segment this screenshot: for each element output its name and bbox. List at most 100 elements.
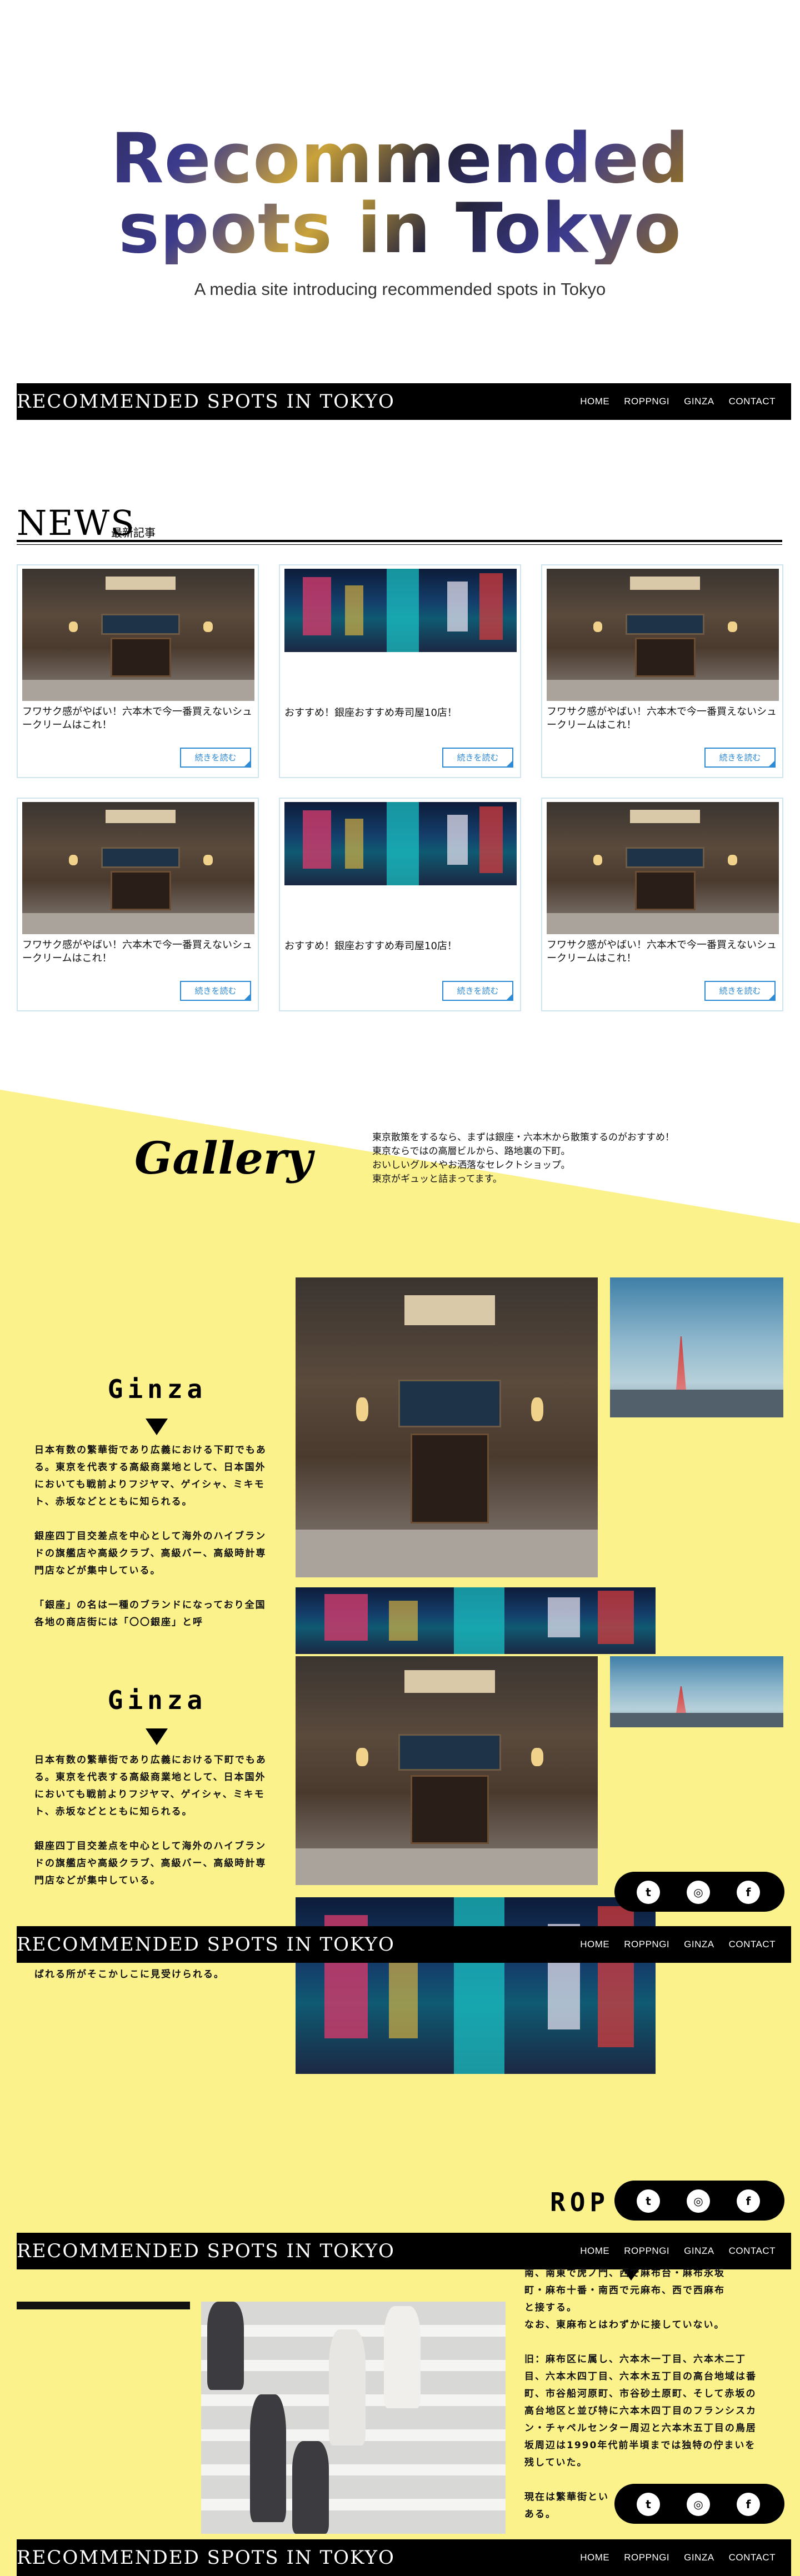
site-header: RECOMMENDED SPOTS IN TOKYO HOME ROPPNGI …: [17, 383, 791, 420]
ginza-text-end: ばれる所がそこかしこに見受けられる。: [34, 1969, 224, 1980]
news-card[interactable]: フワサク感がやばい！六本木で今一番買えないシュークリームはこれ！ 続きを読む: [17, 564, 259, 778]
nav-contact[interactable]: CONTACT: [729, 2552, 776, 2563]
news-card[interactable]: フワサク感がやばい！六本木で今一番買えないシュークリームはこれ！ 続きを読む: [541, 798, 783, 1011]
news-subtitle: 最新記事: [111, 526, 156, 539]
main-nav: HOME ROPPNGI GINZA CONTACT: [580, 383, 776, 420]
nav-home[interactable]: HOME: [580, 2246, 609, 2257]
sticky-header: RECOMMENDED SPOTS IN TOKYO HOME ROPPNGI …: [17, 2539, 791, 2576]
twitter-icon[interactable]: t: [637, 2493, 660, 2516]
twitter-icon[interactable]: t: [637, 1881, 660, 1904]
news-card-title[interactable]: フワサク感がやばい！六本木で今一番買えないシュークリームはこれ！: [547, 705, 780, 732]
news-card-title[interactable]: おすすめ！銀座おすすめ寿司屋10店！: [284, 940, 518, 953]
nav-roppongi[interactable]: ROPPNGI: [624, 1939, 669, 1950]
read-more-button[interactable]: 続きを読む: [442, 981, 513, 1001]
roppongi-paragraph: 旧：麻布区に属し、六本木一丁目、六本木二丁目、六本木四丁目、六本木五丁目の高台地…: [524, 2354, 757, 2468]
nav-contact[interactable]: CONTACT: [729, 396, 776, 407]
ginza-paragraph: 「銀座」の名は一種のブランドになっており全国各地の商店街には「〇〇銀座」と呼: [34, 1600, 266, 1628]
shop-photo: [22, 802, 254, 934]
facebook-icon[interactable]: f: [737, 2493, 760, 2516]
facebook-icon[interactable]: f: [737, 2189, 760, 2213]
news-card[interactable]: フワサク感がやばい！六本木で今一番買えないシュークリームはこれ！ 続きを読む: [17, 798, 259, 1011]
main-nav: HOME ROPPNGI GINZA CONTACT: [580, 1926, 776, 1963]
news-card-title[interactable]: フワサク感がやばい！六本木で今一番買えないシュークリームはこれ！: [22, 939, 256, 965]
nav-ginza[interactable]: GINZA: [684, 2552, 714, 2563]
hero-title-line2: spots in Tokyo: [0, 193, 800, 264]
sticky-header: RECOMMENDED SPOTS IN TOKYO HOME ROPPNGI …: [17, 1926, 791, 1963]
gallery-title: Gallery: [134, 1132, 313, 1184]
ginza-shop-photo: [296, 1656, 598, 1885]
news-card[interactable]: フワサク感がやばい！六本木で今一番買えないシュークリームはこれ！ 続きを読む: [541, 564, 783, 778]
social-links: t ◎ f: [614, 2484, 784, 2524]
neon-street-photo: [284, 802, 517, 885]
tokyo-tower-photo: [610, 1277, 783, 1417]
down-arrow-icon: [146, 1728, 168, 1745]
twitter-icon[interactable]: t: [637, 2189, 660, 2213]
read-more-button[interactable]: 続きを読む: [180, 981, 251, 1001]
site-brand[interactable]: RECOMMENDED SPOTS IN TOKYO: [17, 2233, 395, 2269]
nav-ginza[interactable]: GINZA: [684, 1939, 714, 1950]
site-brand[interactable]: RECOMMENDED SPOTS IN TOKYO: [17, 2539, 395, 2576]
nav-roppongi[interactable]: ROPPNGI: [624, 2552, 669, 2563]
read-more-button[interactable]: 続きを読む: [180, 748, 251, 768]
hero-title-line1: Recommended: [0, 123, 800, 194]
roppongi-title: ROP: [550, 2187, 610, 2217]
nav-contact[interactable]: CONTACT: [729, 1939, 776, 1950]
gallery-intro-line: 東京がギュッと詰まってます。: [372, 1174, 502, 1185]
gallery-intro-line: おいしいグルメやお洒落なセレクトショップ。: [372, 1160, 571, 1171]
instagram-icon[interactable]: ◎: [687, 2189, 710, 2213]
ginza-title: Ginza: [107, 1374, 207, 1404]
shop-photo: [22, 569, 254, 701]
roppongi-line: 南、南東で虎ノ門、西で麻布台・麻布永坂: [524, 2268, 725, 2279]
gallery-intro-line: 東京散策をするなら、まずは銀座・六本木から散策するのがおすすめ！: [372, 1132, 674, 1143]
crosswalk-photo: [201, 2302, 506, 2534]
roppongi-line: なお、東麻布とはわずかに接していない。: [524, 2319, 725, 2331]
roppongi-line: 町・麻布十番・南西で元麻布、西で西麻布: [524, 2285, 725, 2296]
ginza-paragraph: 銀座四丁目交差点を中心として海外のハイブランドの旗艦店や高級クラブ、高級バー、高…: [34, 1531, 267, 1576]
hero-subtitle: A media site introducing recommended spo…: [194, 279, 606, 299]
ginza-paragraph: 日本有数の繁華街であり広義における下町でもある。東京を代表する高級商業地として、…: [34, 1755, 267, 1817]
facebook-icon[interactable]: f: [737, 1881, 760, 1904]
instagram-icon[interactable]: ◎: [687, 2493, 710, 2516]
nav-home[interactable]: HOME: [580, 396, 609, 407]
site-brand[interactable]: RECOMMENDED SPOTS IN TOKYO: [17, 383, 395, 420]
ginza-title: Ginza: [107, 1685, 207, 1715]
nav-roppongi[interactable]: ROPPNGI: [624, 396, 669, 407]
gallery-intro-line: 東京ならではの高層ビルから、路地裏の下町。: [372, 1146, 571, 1157]
site-brand[interactable]: RECOMMENDED SPOTS IN TOKYO: [17, 1926, 395, 1963]
nav-contact[interactable]: CONTACT: [729, 2246, 776, 2257]
news-card-title[interactable]: おすすめ！銀座おすすめ寿司屋10店！: [284, 706, 518, 720]
news-card[interactable]: おすすめ！銀座おすすめ寿司屋10店！ 続きを読む: [279, 798, 521, 1011]
read-more-button[interactable]: 続きを読む: [704, 748, 776, 768]
shop-photo: [547, 802, 779, 934]
read-more-button[interactable]: 続きを読む: [704, 981, 776, 1001]
news-card-title[interactable]: フワサク感がやばい！六本木で今一番買えないシュークリームはこれ！: [22, 705, 256, 732]
news-divider: [17, 540, 782, 542]
ginza-paragraph: 日本有数の繁華街であり広義における下町でもある。東京を代表する高級商業地として、…: [34, 1445, 267, 1507]
neon-street-photo: [296, 1897, 656, 2074]
nav-home[interactable]: HOME: [580, 2552, 609, 2563]
social-links: t ◎ f: [614, 1872, 784, 1912]
down-arrow-icon: [146, 1419, 168, 1435]
read-more-button[interactable]: 続きを読む: [442, 748, 513, 768]
ginza-shop-photo: [296, 1277, 598, 1577]
news-card[interactable]: おすすめ！銀座おすすめ寿司屋10店！ 続きを読む: [279, 564, 521, 778]
neon-street-photo: [296, 1587, 656, 1654]
sticky-header: RECOMMENDED SPOTS IN TOKYO HOME ROPPNGI …: [17, 2233, 791, 2269]
ginza-text: 日本有数の繁華街であり広義における下町でもある。東京を代表する高級商業地として、…: [34, 1442, 272, 1648]
nav-roppongi[interactable]: ROPPNGI: [624, 2246, 669, 2257]
gallery-intro: 東京散策をするなら、まずは銀座・六本木から散策するのがおすすめ！ 東京ならではの…: [372, 1131, 728, 1186]
instagram-icon[interactable]: ◎: [687, 1881, 710, 1904]
nav-ginza[interactable]: GINZA: [684, 396, 714, 407]
shop-photo: [547, 569, 779, 701]
news-heading: NEWS 最新記事: [17, 500, 791, 550]
nav-home[interactable]: HOME: [580, 1939, 609, 1950]
ginza-text: 日本有数の繁華街であり広義における下町でもある。東京を代表する高級商業地として、…: [34, 1752, 272, 1911]
news-divider-thin: [17, 544, 782, 545]
main-nav: HOME ROPPNGI GINZA CONTACT: [580, 2233, 776, 2269]
ginza-paragraph: 銀座四丁目交差点を中心として海外のハイブランドの旗艦店や高級クラブ、高級バー、高…: [34, 1841, 267, 1886]
nav-ginza[interactable]: GINZA: [684, 2246, 714, 2257]
neon-street-photo: [284, 569, 517, 652]
news-card-title[interactable]: フワサク感がやばい！六本木で今一番買えないシュークリームはこれ！: [547, 939, 780, 965]
divider-strip: [17, 2302, 190, 2309]
roppongi-line: と接する。: [524, 2302, 577, 2313]
